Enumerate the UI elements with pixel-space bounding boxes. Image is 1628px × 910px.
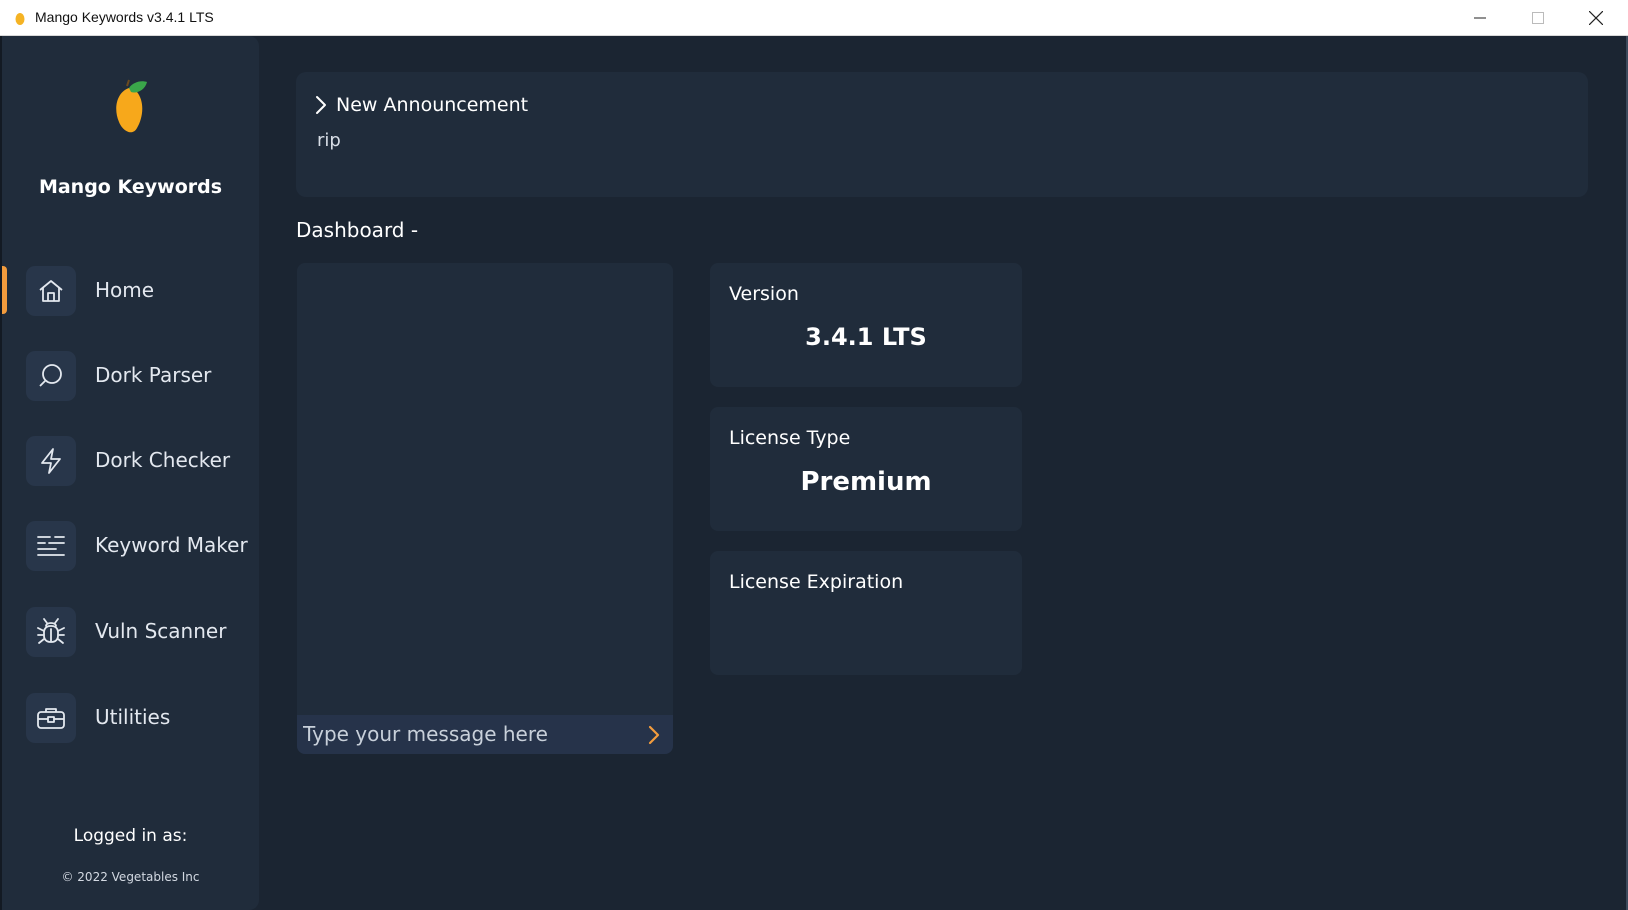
sidebar-item-home[interactable]: Home xyxy=(2,260,259,320)
license-type-card: License Type Premium xyxy=(710,407,1022,531)
version-value: 3.4.1 LTS xyxy=(805,323,927,351)
lightning-icon xyxy=(41,448,61,474)
home-icon xyxy=(39,280,63,302)
announcement-panel: New Announcement rip xyxy=(296,72,1588,197)
text-lines-icon-box xyxy=(26,521,76,571)
search-icon xyxy=(39,364,62,387)
announcement-body: rip xyxy=(317,130,341,151)
bug-icon-box xyxy=(26,607,76,657)
logged-in-label: Logged in as: xyxy=(73,826,188,846)
lightning-icon-box xyxy=(26,436,76,486)
sidebar: Mango Keywords Home Dork Parser Dork Che… xyxy=(2,36,259,910)
chat-message-input[interactable] xyxy=(303,719,633,749)
window-title: Mango Keywords v3.4.1 LTS xyxy=(35,9,214,25)
brand-name: Mango Keywords xyxy=(38,176,223,198)
sidebar-item-label: Dork Checker xyxy=(95,448,231,472)
chevron-right-icon[interactable] xyxy=(314,94,328,116)
minimize-button[interactable] xyxy=(1451,0,1509,35)
minimize-icon xyxy=(1474,17,1486,18)
sidebar-item-utilities[interactable]: Utilities xyxy=(2,687,259,747)
sidebar-item-dork-checker[interactable]: Dork Checker xyxy=(2,430,259,490)
close-button[interactable] xyxy=(1567,0,1625,35)
home-icon-box xyxy=(26,266,76,316)
copyright-text: © 2022 Vegetables Inc xyxy=(61,870,200,884)
sidebar-item-dork-parser[interactable]: Dork Parser xyxy=(2,345,259,405)
toolbox-icon xyxy=(37,708,65,729)
announcement-title: New Announcement xyxy=(336,94,529,116)
dashboard-title: Dashboard - xyxy=(296,218,419,242)
title-bar: Mango Keywords v3.4.1 LTS xyxy=(0,0,1628,36)
toolbox-icon-box xyxy=(26,693,76,743)
sidebar-item-label: Dork Parser xyxy=(95,363,212,387)
sidebar-item-label: Keyword Maker xyxy=(95,533,248,557)
maximize-icon xyxy=(1532,11,1544,24)
bug-icon xyxy=(37,618,65,644)
sidebar-item-keyword-maker[interactable]: Keyword Maker xyxy=(2,515,259,575)
mango-icon xyxy=(15,13,25,25)
active-indicator xyxy=(2,266,7,314)
mango-logo-icon xyxy=(116,79,147,133)
sidebar-item-label: Home xyxy=(95,278,155,302)
sidebar-item-label: Utilities xyxy=(95,705,171,729)
license-expiration-label: License Expiration xyxy=(729,571,904,593)
sidebar-item-label: Vuln Scanner xyxy=(95,619,227,643)
version-label: Version xyxy=(729,283,799,305)
license-type-label: License Type xyxy=(729,427,851,449)
chat-input-bar xyxy=(297,715,673,754)
license-expiration-card: License Expiration xyxy=(710,551,1022,675)
text-lines-icon xyxy=(37,536,65,556)
version-card: Version 3.4.1 LTS xyxy=(710,263,1022,387)
chat-panel xyxy=(297,263,673,754)
send-chevron-icon[interactable] xyxy=(643,723,665,747)
sidebar-item-vuln-scanner[interactable]: Vuln Scanner xyxy=(2,601,259,661)
license-type-value: Premium xyxy=(800,467,932,497)
search-icon-box xyxy=(26,351,76,401)
maximize-button[interactable] xyxy=(1509,0,1567,35)
close-icon xyxy=(1589,10,1603,25)
